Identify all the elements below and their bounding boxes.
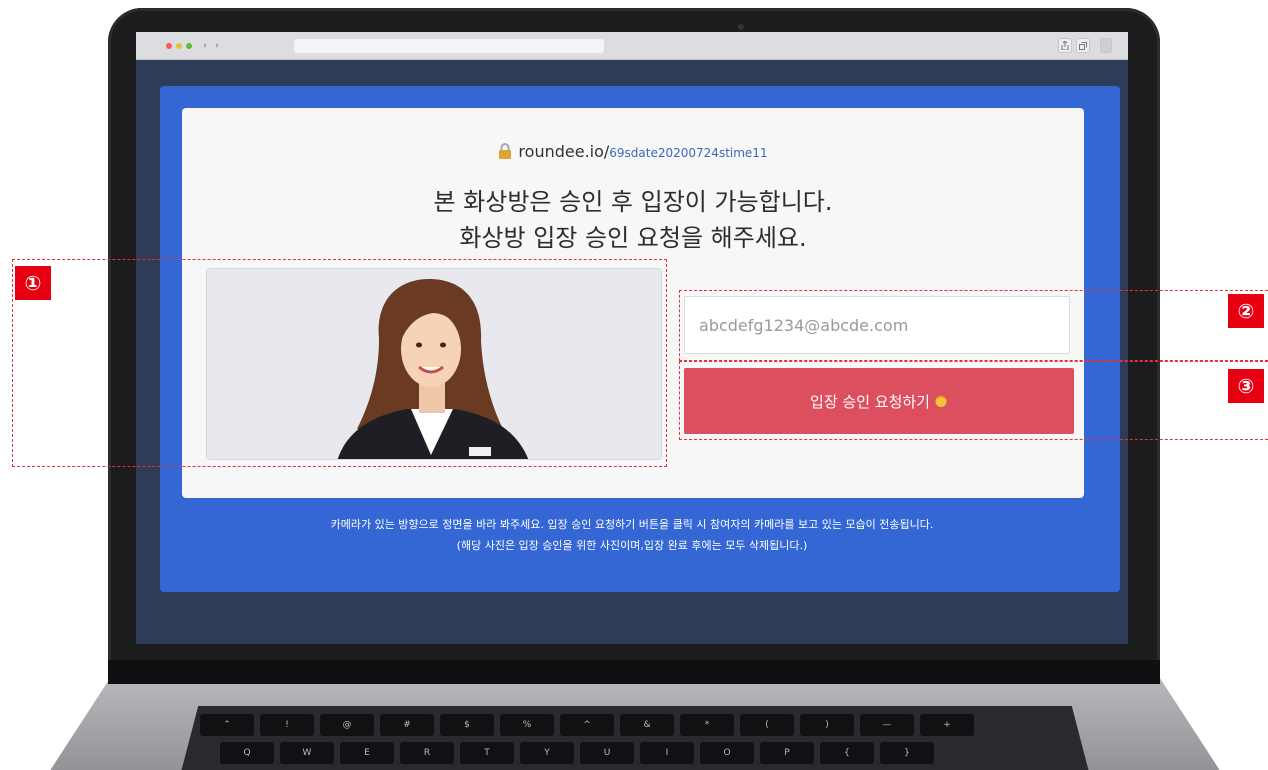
keyboard-key: E <box>340 742 394 764</box>
annotation-box-button <box>679 361 1268 440</box>
room-url: roundee.io/69sdate20200724stime11 <box>182 142 1084 161</box>
keyboard-key: I <box>640 742 694 764</box>
keyboard-key: # <box>380 714 434 736</box>
window-close-button[interactable] <box>166 43 172 49</box>
annotation-badge-2: ② <box>1228 294 1264 328</box>
keyboard-key: ^ <box>560 714 614 736</box>
keyboard-key: ) <box>800 714 854 736</box>
room-url-domain: roundee.io/ <box>518 142 610 161</box>
keyboard-key: ( <box>740 714 794 736</box>
share-icon <box>1061 41 1069 50</box>
keyboard-key: { <box>820 742 874 764</box>
new-tab-button[interactable] <box>1100 38 1112 53</box>
laptop-keyboard: ⌃! @ # $% ^ & * () — + Q W E R T Y U I O P {} <box>180 706 1090 770</box>
keyboard-key: @ <box>320 714 374 736</box>
keyboard-key: O <box>700 742 754 764</box>
annotation-badge-1: ① <box>15 266 51 300</box>
keyboard-key: $ <box>440 714 494 736</box>
keyboard-key: T <box>460 742 514 764</box>
keyboard-key: * <box>680 714 734 736</box>
address-bar[interactable] <box>294 39 604 53</box>
keyboard-row: Q W E R T Y U I O P {} <box>220 742 934 764</box>
keyboard-key: — <box>860 714 914 736</box>
keyboard-key: P <box>760 742 814 764</box>
back-button[interactable]: ‹ <box>200 40 210 52</box>
browser-toolbar: ‹ › <box>136 32 1128 60</box>
keyboard-key: R <box>400 742 454 764</box>
tabs-icon <box>1079 41 1087 50</box>
keyboard-row: ⌃! @ # $% ^ & * () — + <box>200 714 974 736</box>
photo-deletion-notice: (해당 사진은 입장 승인을 위한 사진이며,입장 완료 후에는 모두 삭제됩니… <box>456 539 808 552</box>
lock-icon <box>499 143 512 159</box>
keyboard-key: + <box>920 714 974 736</box>
keyboard-key: Q <box>220 742 274 764</box>
window-zoom-button[interactable] <box>186 43 192 49</box>
keyboard-key: W <box>280 742 334 764</box>
laptop-camera <box>738 24 744 30</box>
tabs-button[interactable] <box>1076 38 1090 53</box>
camera-instruction: 카메라가 있는 방향으로 정면을 바라 봐주세요. 입장 승인 요청하기 버튼을… <box>330 518 934 531</box>
annotation-box-email <box>679 290 1268 361</box>
laptop-chin <box>108 660 1160 684</box>
page-title-line1: 본 화상방은 승인 후 입장이 가능합니다. <box>433 188 833 216</box>
keyboard-key: } <box>880 742 934 764</box>
annotation-badge-3: ③ <box>1228 369 1264 403</box>
keyboard-key: ! <box>260 714 314 736</box>
keyboard-key: ⌃ <box>200 714 254 736</box>
keyboard-key: U <box>580 742 634 764</box>
room-url-path: 69sdate20200724stime11 <box>609 146 768 160</box>
keyboard-key: Y <box>520 742 574 764</box>
keyboard-key: % <box>500 714 554 736</box>
annotation-box-camera <box>12 259 667 467</box>
page-title-line2: 화상방 입장 승인 요청을 해주세요. <box>459 224 807 252</box>
window-minimize-button[interactable] <box>176 43 182 49</box>
keyboard-key: & <box>620 714 674 736</box>
screenshot-stage: ⌃! @ # $% ^ & * () — + Q W E R T Y U I O P {} ‹ › <box>0 0 1268 770</box>
forward-button[interactable]: › <box>212 40 222 52</box>
share-button[interactable] <box>1058 38 1072 53</box>
